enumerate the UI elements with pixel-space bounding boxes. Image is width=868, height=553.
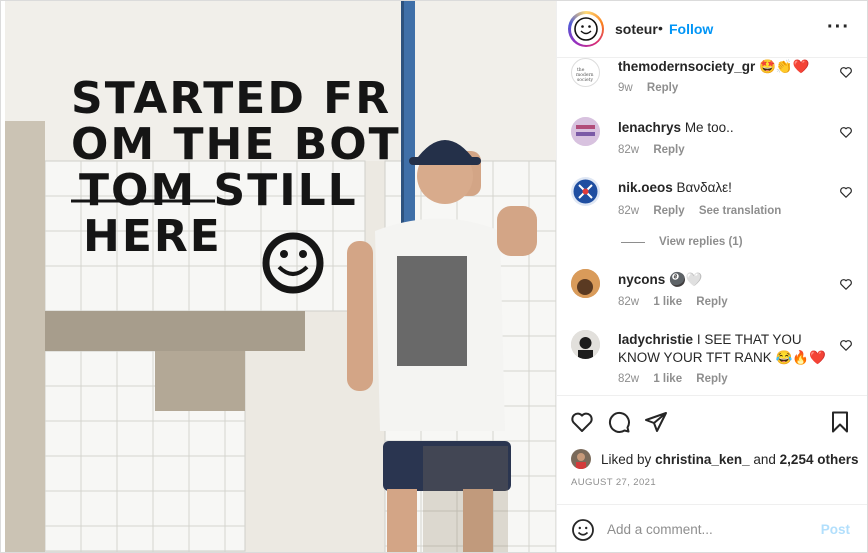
comment-username[interactable]: ladychristie: [618, 332, 693, 347]
avatar-image-icon: [571, 117, 600, 146]
post-comment-button[interactable]: Post: [821, 522, 850, 537]
header-separator: •: [658, 20, 663, 36]
liked-by-prefix: Liked by: [601, 451, 652, 467]
reply-button[interactable]: Reply: [647, 82, 678, 94]
comment-likes[interactable]: 1 like: [653, 296, 682, 308]
add-comment-bar: Add a comment... Post: [557, 504, 867, 552]
liked-by-user[interactable]: christina_ken_: [655, 452, 750, 467]
reply-button[interactable]: Reply: [696, 373, 727, 385]
commenter-avatar[interactable]: [571, 269, 600, 298]
compass-avatar-icon: [573, 179, 598, 204]
comment-item: nycons 🎱🤍 82w 1 like Reply: [557, 269, 867, 314]
heart-icon[interactable]: [839, 277, 853, 291]
comment-item: the modern society themodernsociety_gr 🤩…: [557, 58, 867, 103]
heart-icon[interactable]: [839, 65, 853, 79]
wall-text-line-3: TOM STILL: [79, 165, 358, 216]
author-username[interactable]: soteur: [615, 21, 658, 37]
svg-text:society: society: [577, 77, 593, 83]
reply-button[interactable]: Reply: [653, 205, 684, 217]
avatar-image-icon: [571, 269, 600, 298]
heart-icon[interactable]: [839, 338, 853, 352]
divider: [621, 241, 645, 243]
view-replies-label: View replies (1): [659, 236, 743, 248]
emoji-icon[interactable]: [571, 518, 595, 542]
comment-text: 🎱🤍: [669, 272, 703, 287]
post-dialog: STARTED FR OM THE BOT TOM STILL HERE sot…: [0, 0, 868, 553]
comment-text: Me too..: [684, 120, 734, 135]
comment-username[interactable]: nik.oeos: [618, 180, 673, 195]
comment-text: 🤩👏❤️: [759, 59, 810, 74]
post-side-panel: soteur • Follow ··· the modern society t…: [556, 1, 867, 552]
action-bar: [557, 395, 867, 445]
view-replies-button[interactable]: View replies (1): [621, 236, 743, 248]
commenter-avatar[interactable]: [571, 177, 600, 206]
wall-text-line-2: OM THE BOT: [71, 119, 401, 170]
liker-avatar[interactable]: [571, 449, 591, 469]
follow-button[interactable]: Follow: [669, 21, 713, 37]
comment-item: nik.oeos Βανδαλε! 82w Reply See translat…: [557, 177, 867, 222]
comment-time[interactable]: 82w: [618, 296, 639, 308]
more-horizontal-icon[interactable]: ···: [827, 16, 850, 39]
smiley-icon: [574, 17, 598, 41]
post-date[interactable]: AUGUST 27, 2021: [571, 477, 656, 488]
avatar-image-icon: [571, 330, 600, 359]
photo-illustration: STARTED FR OM THE BOT TOM STILL HERE: [5, 1, 556, 552]
bookmark-icon[interactable]: [828, 410, 852, 434]
comment-item: lenachrys Me too.. 82w Reply: [557, 117, 867, 162]
avatar-image-icon: [571, 449, 591, 469]
post-photo[interactable]: STARTED FR OM THE BOT TOM STILL HERE: [5, 1, 556, 552]
comment-username[interactable]: lenachrys: [618, 120, 681, 135]
comment-time[interactable]: 9w: [618, 82, 633, 94]
society-logo-icon: the modern society: [576, 67, 594, 83]
liked-by-others[interactable]: 2,254 others: [780, 452, 859, 467]
post-header: soteur • Follow ···: [557, 1, 867, 58]
author-avatar[interactable]: [568, 11, 604, 47]
comment-bubble-icon[interactable]: [607, 410, 631, 434]
comment-username[interactable]: nycons: [618, 272, 665, 287]
reply-button[interactable]: Reply: [653, 144, 684, 156]
comment-input[interactable]: Add a comment...: [607, 522, 713, 537]
comment-time[interactable]: 82w: [618, 144, 639, 156]
wall-text-line-1: STARTED FR: [71, 73, 391, 124]
commenter-avatar[interactable]: [571, 117, 600, 146]
share-paper-plane-icon[interactable]: [644, 410, 668, 434]
like-heart-icon[interactable]: [570, 410, 594, 434]
comment-time[interactable]: 82w: [618, 205, 639, 217]
comment-time[interactable]: 82w: [618, 373, 639, 385]
heart-icon[interactable]: [839, 185, 853, 199]
comment-likes[interactable]: 1 like: [653, 373, 682, 385]
see-translation-button[interactable]: See translation: [699, 205, 781, 217]
heart-icon[interactable]: [839, 125, 853, 139]
commenter-avatar[interactable]: the modern society: [571, 58, 600, 87]
wall-text-line-4: HERE: [83, 211, 222, 262]
comment-text: Βανδαλε!: [676, 180, 732, 195]
comments-list[interactable]: the modern society themodernsociety_gr 🤩…: [557, 58, 867, 395]
liked-by-and: and: [753, 451, 776, 467]
liked-by-row: Liked by christina_ken_ and 2,254 others: [571, 449, 858, 469]
commenter-avatar[interactable]: [571, 330, 600, 359]
reply-button[interactable]: Reply: [696, 296, 727, 308]
comment-item: ladychristie I SEE THAT YOU KNOW YOUR TF…: [557, 330, 867, 394]
comment-username[interactable]: themodernsociety_gr: [618, 59, 755, 74]
